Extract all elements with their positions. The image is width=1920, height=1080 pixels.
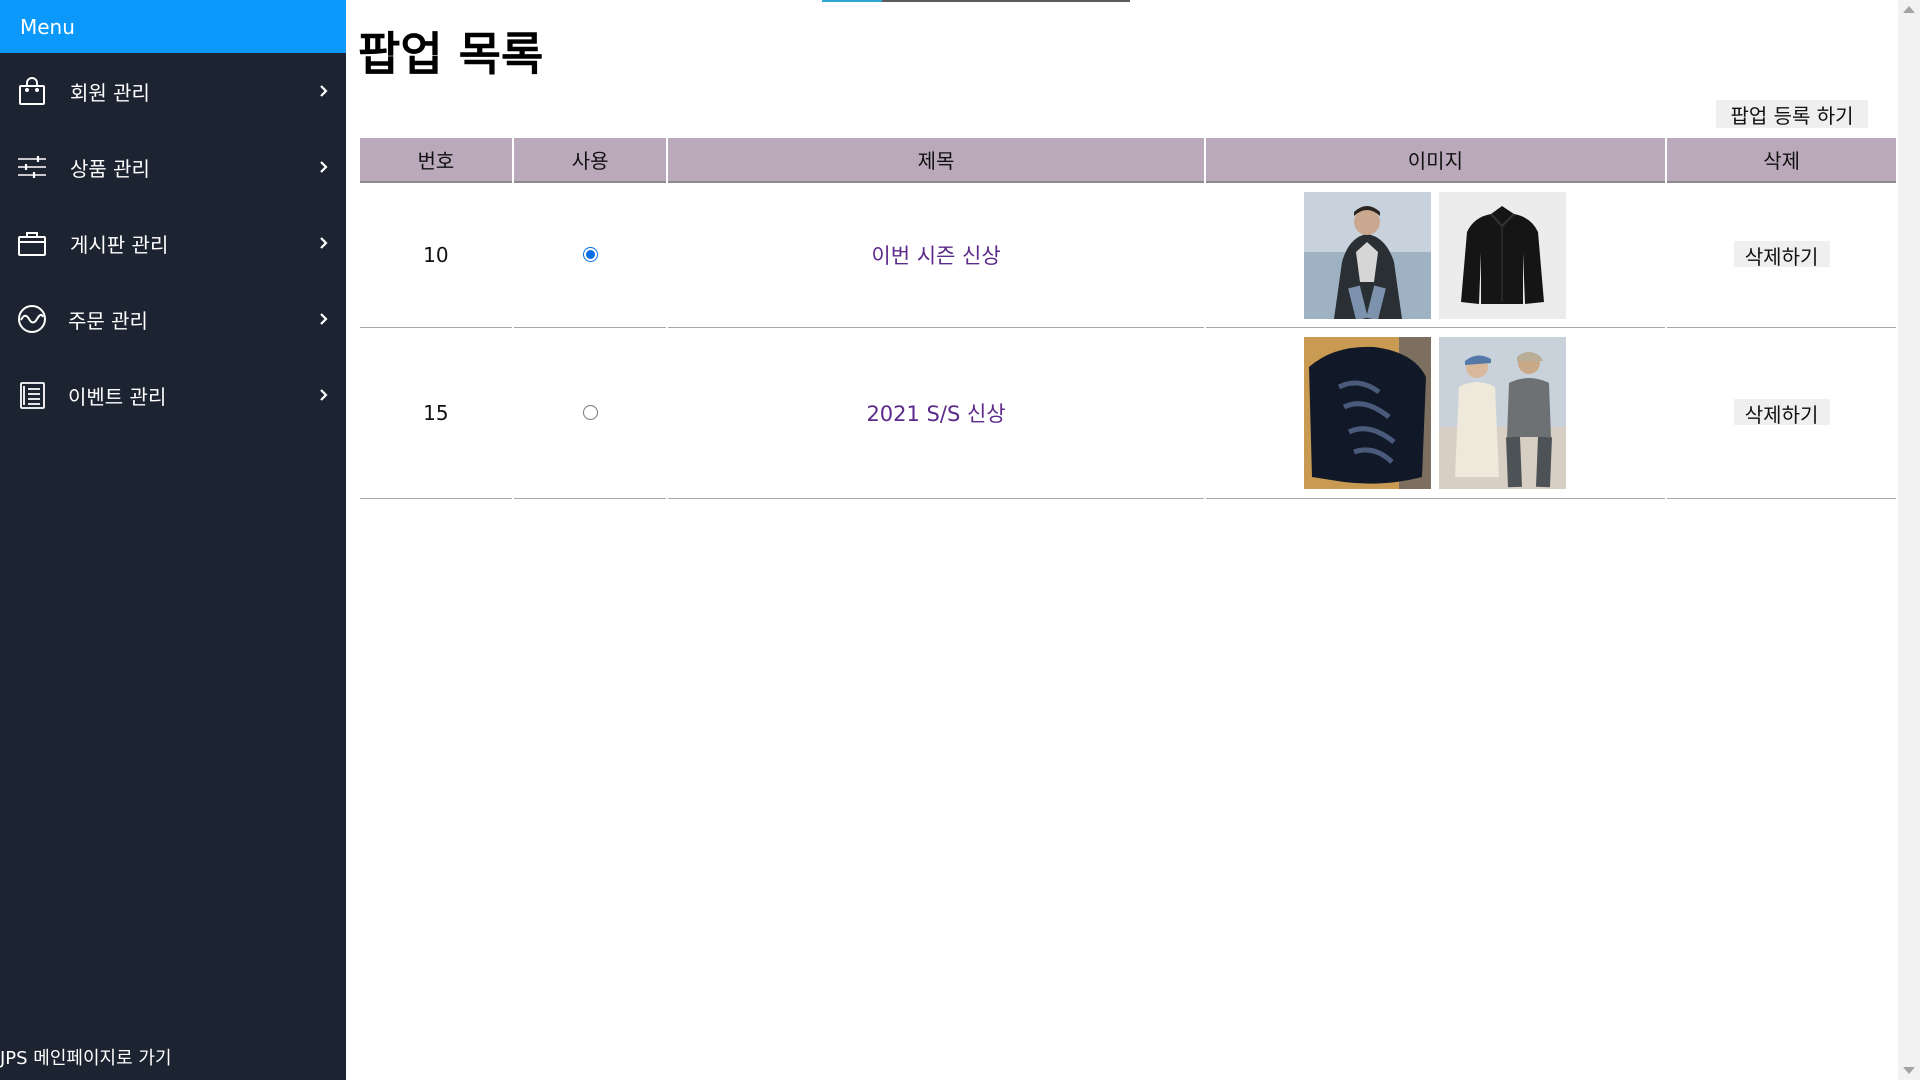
main-page-link[interactable]: JPS 메인페이지로 가기 xyxy=(0,1044,172,1070)
sidebar-item-label: 주문 관리 xyxy=(68,308,148,333)
header-number: 번호 xyxy=(360,138,512,183)
delete-button[interactable]: 삭제하기 xyxy=(1733,399,1830,427)
header-delete: 삭제 xyxy=(1667,138,1896,183)
scroll-down-icon[interactable] xyxy=(1903,1067,1915,1074)
register-popup-button[interactable]: 팝업 등록 하기 xyxy=(1716,100,1868,128)
briefcase-icon xyxy=(16,227,48,259)
popup-image[interactable] xyxy=(1304,337,1432,489)
popup-image[interactable] xyxy=(1439,191,1567,319)
table-row: 15 2021 S/S 신상 삭제하기 xyxy=(360,328,1896,499)
chevron-right-icon xyxy=(310,381,338,409)
shopping-bag-icon xyxy=(16,75,48,107)
sidebar-item-event[interactable]: 이벤트 관리 xyxy=(0,357,346,433)
sliders-icon xyxy=(16,151,48,183)
popup-image[interactable] xyxy=(1439,337,1567,489)
title-cell: 이번 시즌 신상 xyxy=(668,183,1204,328)
sidebar: Menu 회원 관리 상품 관리 게시판 관리 주문 관리 이벤트 관리 JPS… xyxy=(0,0,346,1080)
use-cell xyxy=(513,183,667,328)
header-title: 제목 xyxy=(668,138,1204,183)
activity-icon xyxy=(16,303,48,335)
title-cell: 2021 S/S 신상 xyxy=(668,328,1204,499)
delete-cell: 삭제하기 xyxy=(1667,183,1896,328)
table-row: 10 이번 시즌 신상 삭제하기 xyxy=(360,183,1896,328)
scroll-up-icon[interactable] xyxy=(1903,6,1915,13)
sidebar-item-board[interactable]: 게시판 관리 xyxy=(0,205,346,281)
sidebar-item-order[interactable]: 주문 관리 xyxy=(0,281,346,357)
image-cell xyxy=(1205,328,1666,499)
menu-header: Menu xyxy=(0,0,346,53)
popup-image[interactable] xyxy=(1304,191,1432,319)
chevron-right-icon xyxy=(310,77,338,105)
chevron-right-icon xyxy=(310,153,338,181)
chevron-right-icon xyxy=(310,229,338,257)
sidebar-item-label: 이벤트 관리 xyxy=(68,384,167,409)
chevron-right-icon xyxy=(310,305,338,333)
sidebar-item-label: 상품 관리 xyxy=(70,156,150,181)
sidebar-item-product[interactable]: 상품 관리 xyxy=(0,129,346,205)
header-image: 이미지 xyxy=(1205,138,1666,183)
header-use: 사용 xyxy=(513,138,667,183)
vertical-scrollbar[interactable] xyxy=(1898,0,1920,1080)
popup-table: 번호 사용 제목 이미지 삭제 10 이번 시즌 신상 삭제하기 15 2021… xyxy=(358,138,1898,499)
page-title: 팝업 목록 xyxy=(358,27,544,81)
popup-title-link[interactable]: 2021 S/S 신상 xyxy=(866,402,1005,426)
list-document-icon xyxy=(16,379,48,411)
sidebar-item-member[interactable]: 회원 관리 xyxy=(0,53,346,129)
sidebar-item-label: 회원 관리 xyxy=(70,80,150,105)
image-cell xyxy=(1205,183,1666,328)
use-radio[interactable] xyxy=(582,247,598,262)
main-content: 팝업 목록 팝업 등록 하기 번호 사용 제목 이미지 삭제 10 이번 시즌 … xyxy=(346,0,1898,1080)
sidebar-item-label: 게시판 관리 xyxy=(70,232,169,257)
table-header-row: 번호 사용 제목 이미지 삭제 xyxy=(360,138,1896,183)
use-cell xyxy=(513,328,667,499)
row-number: 10 xyxy=(360,183,512,328)
use-radio[interactable] xyxy=(582,405,598,420)
popup-title-link[interactable]: 이번 시즌 신상 xyxy=(871,244,1000,268)
delete-button[interactable]: 삭제하기 xyxy=(1733,241,1830,269)
row-number: 15 xyxy=(360,328,512,499)
delete-cell: 삭제하기 xyxy=(1667,328,1896,499)
